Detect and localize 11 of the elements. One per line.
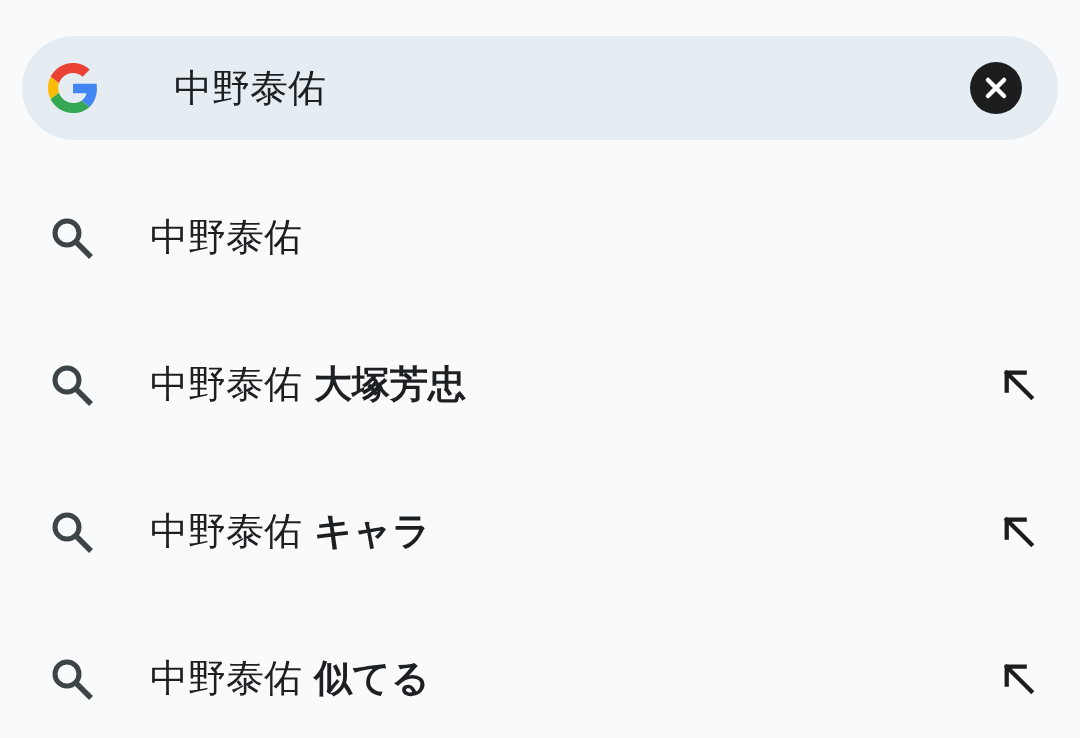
suggestion-text[interactable]: 中野泰佑 bbox=[150, 212, 1036, 263]
up-left-arrow-icon[interactable] bbox=[1002, 661, 1036, 696]
google-logo-icon bbox=[48, 63, 98, 113]
suggestion-text[interactable]: 中野泰佑 キャラ bbox=[150, 506, 1002, 557]
suggestion-text[interactable]: 中野泰佑 似てる bbox=[150, 653, 1002, 704]
suggestion-text[interactable]: 中野泰佑 大塚芳忠 bbox=[150, 359, 1002, 410]
up-left-arrow-icon[interactable] bbox=[1002, 514, 1036, 549]
search-field[interactable]: 中野泰佑 bbox=[22, 36, 1058, 140]
up-left-arrow-icon[interactable] bbox=[1002, 367, 1036, 402]
search-input-text[interactable]: 中野泰佑 bbox=[174, 62, 970, 114]
clear-icon[interactable] bbox=[970, 62, 1022, 114]
